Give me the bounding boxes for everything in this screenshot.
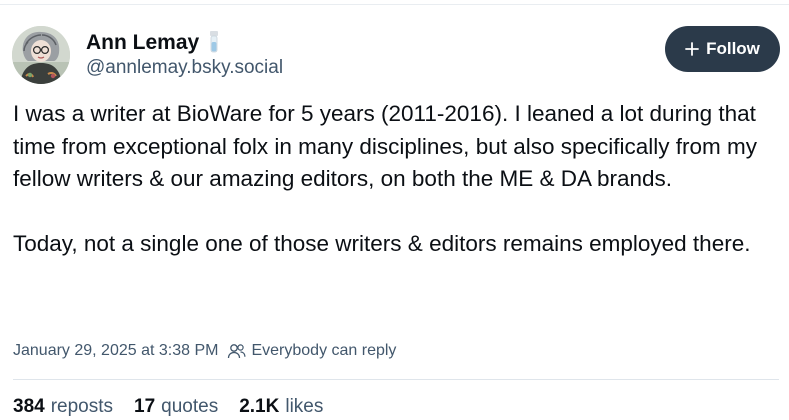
post-meta: January 29, 2025 at 3:38 PM Everybody ca… xyxy=(13,342,396,360)
author-display-name[interactable]: Ann Lemay xyxy=(86,31,199,55)
author-handle[interactable]: @annlemay.bsky.social xyxy=(86,57,283,79)
quotes-count: 17 xyxy=(134,396,156,417)
reposts-stat[interactable]: 384 reposts xyxy=(13,396,113,418)
post-card: Ann Lemay @annlemay.bsky.social Follow I… xyxy=(0,0,789,420)
likes-stat[interactable]: 2.1K likes xyxy=(239,396,323,418)
likes-label: likes xyxy=(285,396,324,417)
post-timestamp[interactable]: January 29, 2025 at 3:38 PM xyxy=(13,342,218,360)
reposts-count: 384 xyxy=(13,396,45,417)
likes-count: 2.1K xyxy=(239,396,280,417)
post-text: I was a writer at BioWare for 5 years (2… xyxy=(13,101,758,256)
avatar[interactable] xyxy=(12,26,70,84)
follow-button[interactable]: Follow xyxy=(665,26,780,72)
plus-icon xyxy=(685,42,699,56)
engagement-stats: 384 reposts 17 quotes 2.1K likes xyxy=(13,396,323,418)
stats-divider xyxy=(13,379,779,380)
quotes-stat[interactable]: 17 quotes xyxy=(134,396,218,418)
quotes-label: quotes xyxy=(161,396,219,417)
reposts-label: reposts xyxy=(50,396,114,417)
reply-setting-label: Everybody can reply xyxy=(251,342,397,359)
author-name-row: Ann Lemay xyxy=(86,30,221,56)
people-icon xyxy=(227,343,246,359)
reply-setting[interactable]: Everybody can reply xyxy=(227,342,396,360)
follow-button-label: Follow xyxy=(706,39,760,58)
vial-icon xyxy=(207,30,221,56)
